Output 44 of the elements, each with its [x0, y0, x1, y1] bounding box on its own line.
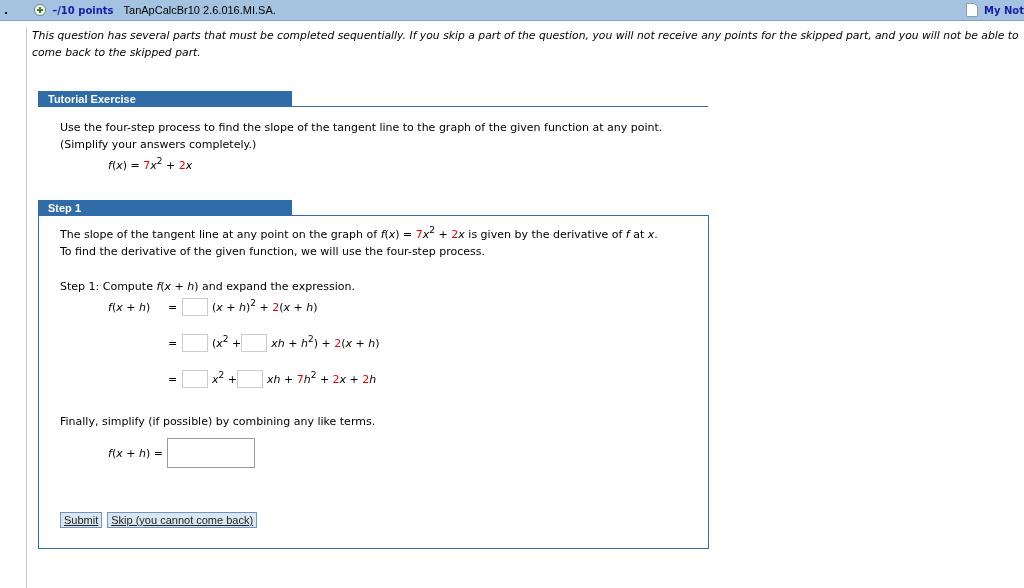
step-instruction: Finally, simplify (if possible) by combining any like terms.	[60, 414, 377, 430]
math-term: 7	[296, 372, 304, 386]
answer-box[interactable]	[182, 370, 208, 388]
instructions-text: This question has several parts that must be completed sequentially. If you skip a part of the question, you will not receive any points for the skipped part, and you will not be able to come back to the skipped part.	[32, 28, 1020, 61]
points-label: –/10 points	[52, 4, 114, 16]
step-instruction: Step 1: Compute f(x + h) and expand the expression.	[60, 279, 356, 295]
function-formula: f(x) = 7x$^{2}$ + 2x	[108, 159, 194, 172]
expand-plus-icon[interactable]	[34, 4, 47, 16]
equals-sign: =	[168, 336, 179, 350]
math-term: xh +	[266, 372, 295, 386]
math-term: h	[369, 372, 377, 386]
document-icon[interactable]	[966, 3, 978, 17]
math-term: (x$^{2}$ +	[212, 336, 242, 350]
form-button[interactable]: Submit	[60, 512, 103, 528]
answer-box[interactable]	[236, 370, 263, 388]
question-code: TanApCalcBr10 2.6.016.MI.SA.	[123, 4, 276, 16]
math-term: 2	[272, 300, 280, 314]
math-term: (x + h)	[279, 300, 318, 314]
math-expression: f(x + h) =	[108, 446, 163, 460]
question-number: .	[4, 3, 9, 17]
my-notes-link[interactable]: My Not	[984, 4, 1024, 16]
step-text: The slope of the tangent line at any point on the graph of f(x) = 7x$^{2}$ + 2x is given by the derivative of f at x.	[60, 226, 659, 243]
step-text: To find the derivative of the given function, we will use the four-step process.	[60, 244, 486, 260]
exercise-text: Use the four-step process to find the slope of the tangent line to the graph of the given function at any point.	[60, 120, 664, 136]
math-term: 2	[332, 372, 340, 386]
math-term: x +	[339, 372, 360, 386]
math-term: h$^{2}$ +	[303, 372, 331, 386]
answer-box[interactable]	[182, 298, 208, 316]
answer-box[interactable]	[241, 334, 268, 352]
math-term: (x + h)$^{2}$ +	[212, 300, 270, 314]
section-title: Tutorial Exercise	[38, 91, 292, 106]
math-expression: f(x + h)	[108, 300, 151, 314]
math-term: 2	[334, 336, 342, 350]
math-term: xh + h$^{2}$) +	[271, 336, 332, 350]
form-button[interactable]: Skip (you cannot come back)	[107, 512, 258, 528]
answer-box[interactable]	[166, 438, 255, 468]
equals-sign: =	[168, 372, 179, 386]
math-term: 2	[362, 372, 370, 386]
step-title: Step 1	[38, 200, 292, 215]
answer-box[interactable]	[182, 334, 208, 352]
equals-sign: =	[168, 300, 179, 314]
math-term: x$^{2}$ +	[212, 372, 237, 386]
exercise-text: (Simplify your answers completely.)	[60, 137, 258, 153]
math-term: (x + h)	[341, 336, 380, 350]
